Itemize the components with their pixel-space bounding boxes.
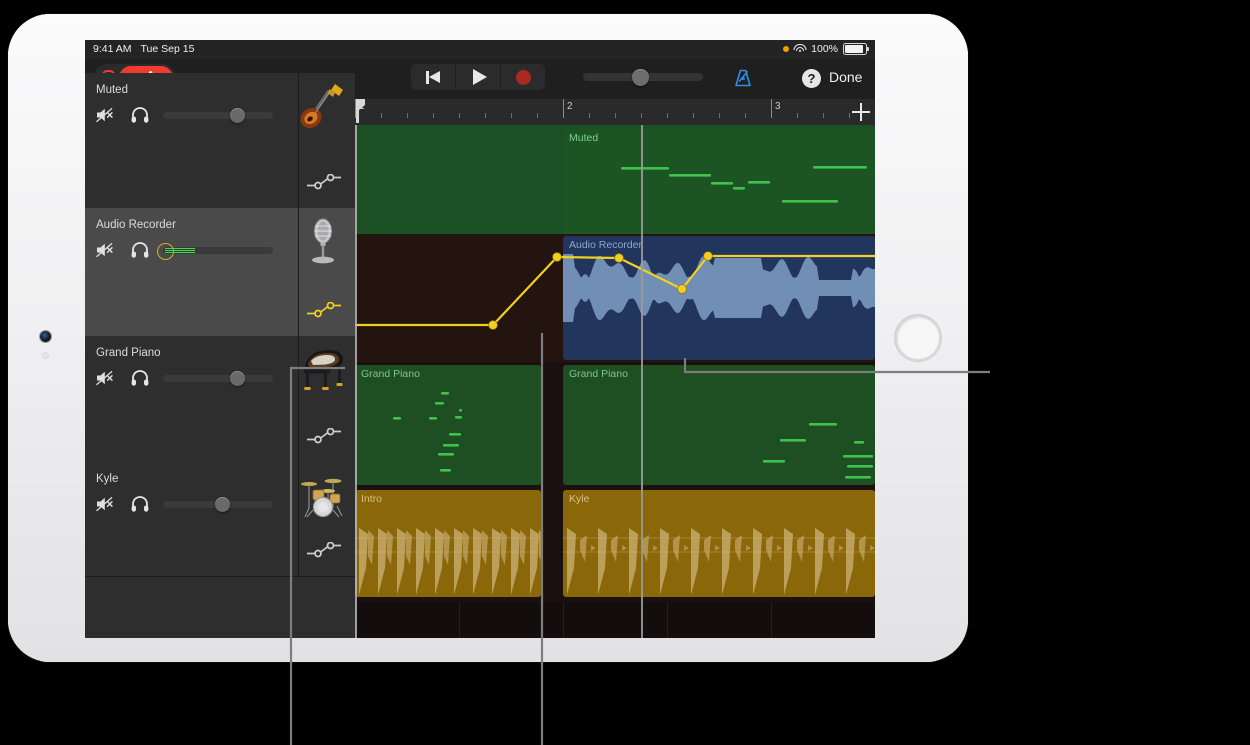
track-name-label: Muted: [96, 84, 128, 96]
track-controls: [96, 107, 273, 123]
front-camera-icon: [40, 331, 51, 342]
bar-line: [771, 99, 772, 118]
recording-indicator-dot: [783, 46, 790, 52]
transport-controls: [411, 64, 545, 90]
grand-piano-icon: [299, 344, 347, 396]
automation-curve-icon[interactable]: [307, 427, 341, 444]
track-volume-slider[interactable]: [163, 370, 273, 386]
ruler-tick: [615, 113, 616, 118]
status-bar: 9:41 AM Tue Sep 15 100%: [85, 40, 875, 59]
automation-curve-icon[interactable]: [307, 301, 341, 318]
bar-line: [563, 99, 564, 118]
master-volume-knob[interactable]: [632, 68, 649, 86]
ruler-tick: [459, 113, 460, 118]
rewind-button[interactable]: [411, 64, 455, 90]
track-headers: Muted Audio Recorder Grand Piano Kyle: [85, 73, 355, 638]
bar-number: 2: [567, 101, 573, 112]
ruler-tick: [797, 113, 798, 118]
track-volume-slider[interactable]: [157, 242, 273, 260]
master-volume-slider[interactable]: [583, 68, 703, 86]
ruler-tick: [589, 113, 590, 118]
scrub-guide-line: [641, 125, 643, 638]
automation-curve-icon[interactable]: [307, 173, 341, 190]
ruler-tick: [667, 113, 668, 118]
ruler-tick: [641, 113, 642, 118]
track-controls: [96, 242, 273, 260]
track-volume-knob[interactable]: [229, 107, 245, 123]
bass-guitar-icon: [299, 81, 347, 133]
home-button[interactable]: [895, 315, 941, 361]
track-controls: [96, 370, 273, 386]
muted-speaker-icon[interactable]: [96, 107, 115, 123]
battery-percent-label: 100%: [811, 43, 838, 55]
track-header-kyle[interactable]: Kyle: [85, 462, 355, 577]
playhead-handle[interactable]: [355, 99, 366, 123]
record-circle-icon: [515, 69, 531, 85]
status-date: Tue Sep 15: [140, 43, 195, 55]
ruler-tick: [693, 113, 694, 118]
drum-kit-icon: [299, 470, 347, 522]
play-icon: [472, 69, 487, 85]
headphones-icon[interactable]: [131, 107, 149, 123]
automation-curve[interactable]: [355, 125, 875, 638]
ipad-screen: 9:41 AM Tue Sep 15 100% ? Done 2 3 Muted…: [85, 40, 875, 638]
track-volume-slider[interactable]: [163, 496, 273, 512]
muted-speaker-icon[interactable]: [96, 370, 115, 386]
headphones-icon[interactable]: [131, 242, 149, 258]
help-button[interactable]: ?: [802, 69, 821, 88]
record-button[interactable]: [501, 64, 545, 90]
headphones-icon[interactable]: [131, 370, 149, 386]
track-volume-slider[interactable]: [163, 107, 273, 123]
ruler-tick: [849, 113, 850, 118]
track-name-label: Audio Recorder: [96, 219, 176, 231]
ruler-tick: [745, 113, 746, 118]
play-button[interactable]: [456, 64, 500, 90]
track-controls: [96, 496, 273, 512]
track-header-grand-piano[interactable]: Grand Piano: [85, 336, 355, 463]
microphone-icon: [299, 216, 347, 268]
status-time: 9:41 AM: [93, 43, 132, 55]
level-meter: [157, 242, 195, 260]
done-button[interactable]: Done: [829, 69, 862, 85]
battery-full-icon: [843, 43, 869, 55]
plus-icon[interactable]: [852, 103, 870, 121]
track-name-label: Grand Piano: [96, 347, 161, 359]
ambient-sensor-icon: [42, 352, 49, 359]
wifi-icon: [793, 44, 807, 54]
rewind-icon: [426, 70, 440, 84]
ruler-tick: [719, 113, 720, 118]
track-header-muted[interactable]: Muted: [85, 73, 355, 209]
playhead-line: [355, 125, 357, 638]
status-bar-right: 100%: [783, 43, 869, 55]
status-bar-left: 9:41 AM Tue Sep 15: [93, 43, 194, 55]
timeline-ruler[interactable]: 123: [355, 99, 875, 126]
metronome-icon[interactable]: [733, 68, 753, 88]
track-name-label: Kyle: [96, 473, 119, 485]
ruler-tick: [537, 113, 538, 118]
ruler-tick: [485, 113, 486, 118]
muted-speaker-icon[interactable]: [96, 496, 115, 512]
ruler-tick: [511, 113, 512, 118]
tracks-area: Muted Audio Recorder Grand Piano Kyle Mu…: [85, 73, 875, 638]
headphones-icon[interactable]: [131, 496, 149, 512]
muted-speaker-icon[interactable]: [96, 242, 115, 258]
ruler-tick: [407, 113, 408, 118]
track-volume-knob[interactable]: [229, 370, 245, 386]
track-volume-knob[interactable]: [215, 496, 231, 512]
ruler-tick: [381, 113, 382, 118]
track-lanes[interactable]: Muted Audio Recorder Grand Piano Grand Pia…: [355, 125, 875, 638]
bar-number: 3: [775, 101, 781, 112]
ruler-tick: [823, 113, 824, 118]
track-header-audio-recorder[interactable]: Audio Recorder: [85, 208, 355, 337]
automation-curve-icon[interactable]: [307, 541, 341, 558]
ruler-tick: [433, 113, 434, 118]
